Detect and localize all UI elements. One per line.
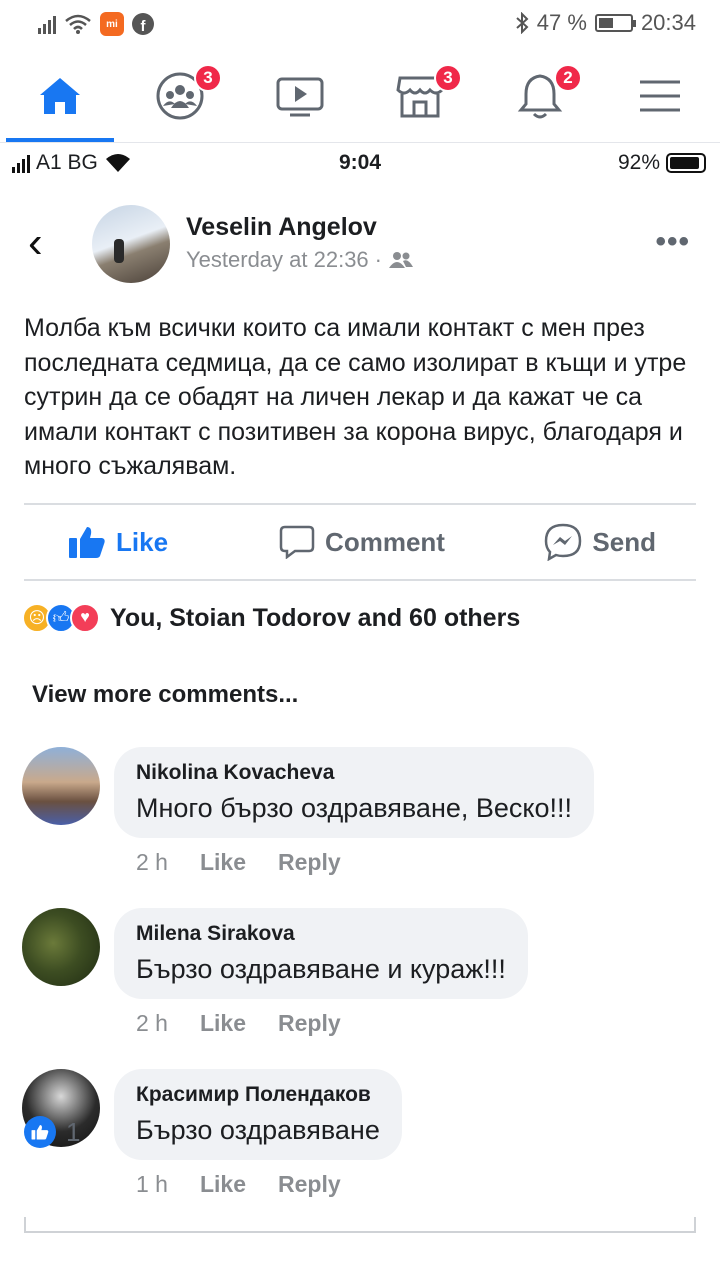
comment-text: Бързо оздравяване и кураж!!!: [136, 954, 506, 984]
comment-reply-button[interactable]: Reply: [278, 1171, 341, 1198]
signal-icon: [38, 14, 56, 34]
commenter-name[interactable]: Milena Sirakova: [136, 922, 506, 946]
commenter-name[interactable]: Красимир Полендаков: [136, 1083, 380, 1107]
bluetooth-icon: [516, 12, 529, 34]
status-right: 47 % 20:34: [515, 10, 696, 36]
comment-like-button[interactable]: Like: [200, 1010, 246, 1037]
view-more-comments[interactable]: View more comments...: [32, 681, 298, 709]
inner-battery-icon: [666, 153, 706, 173]
commenter-avatar[interactable]: [22, 908, 100, 986]
comment-like-button[interactable]: Like: [200, 1171, 246, 1198]
inner-clock: 9:04: [338, 151, 382, 174]
comment-icon: [279, 525, 315, 559]
mi-app-icon: mi: [100, 12, 124, 36]
post-author[interactable]: Veselin Angelov: [186, 213, 377, 242]
marketplace-badge: 3: [434, 64, 462, 92]
post-screenshot: A1 BG 9:04 92% ‹ Veselin Angelov Yesterd…: [0, 142, 720, 1280]
commenter-avatar[interactable]: [22, 747, 100, 825]
divider-bottom: [24, 579, 696, 581]
friends-audience-icon: [389, 252, 413, 268]
post-body: Молба към всички които са имали контакт …: [24, 314, 687, 480]
post-actions: Like Comment Send: [24, 511, 696, 573]
nav-marketplace[interactable]: 3: [360, 50, 480, 142]
comment-meta: 2 h Like Reply: [136, 1010, 341, 1037]
status-left: mi f: [38, 12, 154, 36]
inner-status-right: 92%: [618, 151, 706, 175]
comment-bubble: Milena Sirakova Бързо оздравяване и кура…: [114, 908, 528, 999]
thumbs-up-icon: [69, 527, 105, 558]
battery-icon: [594, 14, 636, 32]
back-chevron-icon[interactable]: ‹: [28, 221, 64, 265]
nav-menu[interactable]: [600, 50, 720, 142]
comment-reply-button[interactable]: Reply: [278, 849, 341, 876]
nav-notifications[interactable]: 2: [480, 50, 600, 142]
watch-video-icon: [276, 77, 324, 117]
author-avatar[interactable]: [92, 205, 170, 283]
wifi-icon: [65, 14, 91, 34]
comment-reply-button[interactable]: Reply: [278, 1010, 341, 1037]
inner-status-bar: A1 BG 9:04 92%: [0, 143, 720, 181]
nav-groups[interactable]: 3: [120, 50, 240, 142]
outer-like-count[interactable]: 1: [24, 1116, 80, 1148]
comment-text: Много бързо оздравяване, Веско!!!: [136, 793, 573, 823]
messenger-icon: [545, 523, 582, 561]
like-count-icon: [24, 1116, 56, 1148]
system-status-bar: mi f 47 % 20:34: [0, 0, 720, 50]
battery-percent: 47 %: [536, 10, 587, 35]
comment-meta: 1 h Like Reply: [136, 1171, 341, 1198]
post-time[interactable]: Yesterday at 22:36: [186, 247, 369, 273]
nav-home[interactable]: [0, 50, 120, 142]
comment-meta: 2 h Like Reply: [136, 849, 341, 876]
send-label: Send: [592, 526, 656, 557]
home-icon: [40, 78, 80, 114]
facebook-top-nav: 3 3 2: [0, 50, 720, 142]
comment-time: 1 h: [136, 1171, 168, 1197]
like-label: Like: [116, 526, 169, 557]
love-reaction-icon: ♥: [70, 603, 100, 633]
comment-label: Comment: [325, 526, 445, 557]
commenter-name[interactable]: Nikolina Kovacheva: [136, 761, 572, 785]
meta-separator: ·: [374, 247, 382, 272]
like-button[interactable]: Like: [24, 511, 264, 573]
notifications-badge: 2: [554, 64, 582, 92]
screenshot-bottom-border: [24, 1217, 696, 1233]
divider-top: [24, 503, 696, 505]
clock: 20:34: [640, 10, 696, 35]
reactions-text: You, Stoian Todorov and 60 others: [110, 603, 521, 632]
facebook-notification-icon: f: [132, 13, 154, 35]
comment-like-button[interactable]: Like: [200, 849, 246, 876]
comment-text: Бързо оздравяване: [136, 1115, 380, 1145]
post-meta: Yesterday at 22:36 ·: [186, 247, 414, 273]
inner-battery-percent: 92%: [617, 151, 660, 174]
hamburger-menu-icon: [640, 80, 680, 112]
comment-bubble: Красимир Полендаков Бързо оздравяване: [114, 1069, 402, 1160]
comment-bubble: Nikolina Kovacheva Много бързо оздравява…: [114, 747, 595, 838]
comment-button[interactable]: Comment: [264, 511, 460, 573]
reactions-summary[interactable]: ☹ 👍︎ ♥ You, Stoian Todorov and 60 others: [22, 603, 520, 633]
more-options-icon[interactable]: •••: [655, 225, 690, 259]
comment-time: 2 h: [136, 1010, 168, 1036]
like-count: 1: [66, 1116, 81, 1147]
nav-watch[interactable]: [240, 50, 360, 142]
groups-badge: 3: [194, 64, 222, 92]
send-button[interactable]: Send: [460, 511, 696, 573]
comment-time: 2 h: [136, 849, 168, 875]
